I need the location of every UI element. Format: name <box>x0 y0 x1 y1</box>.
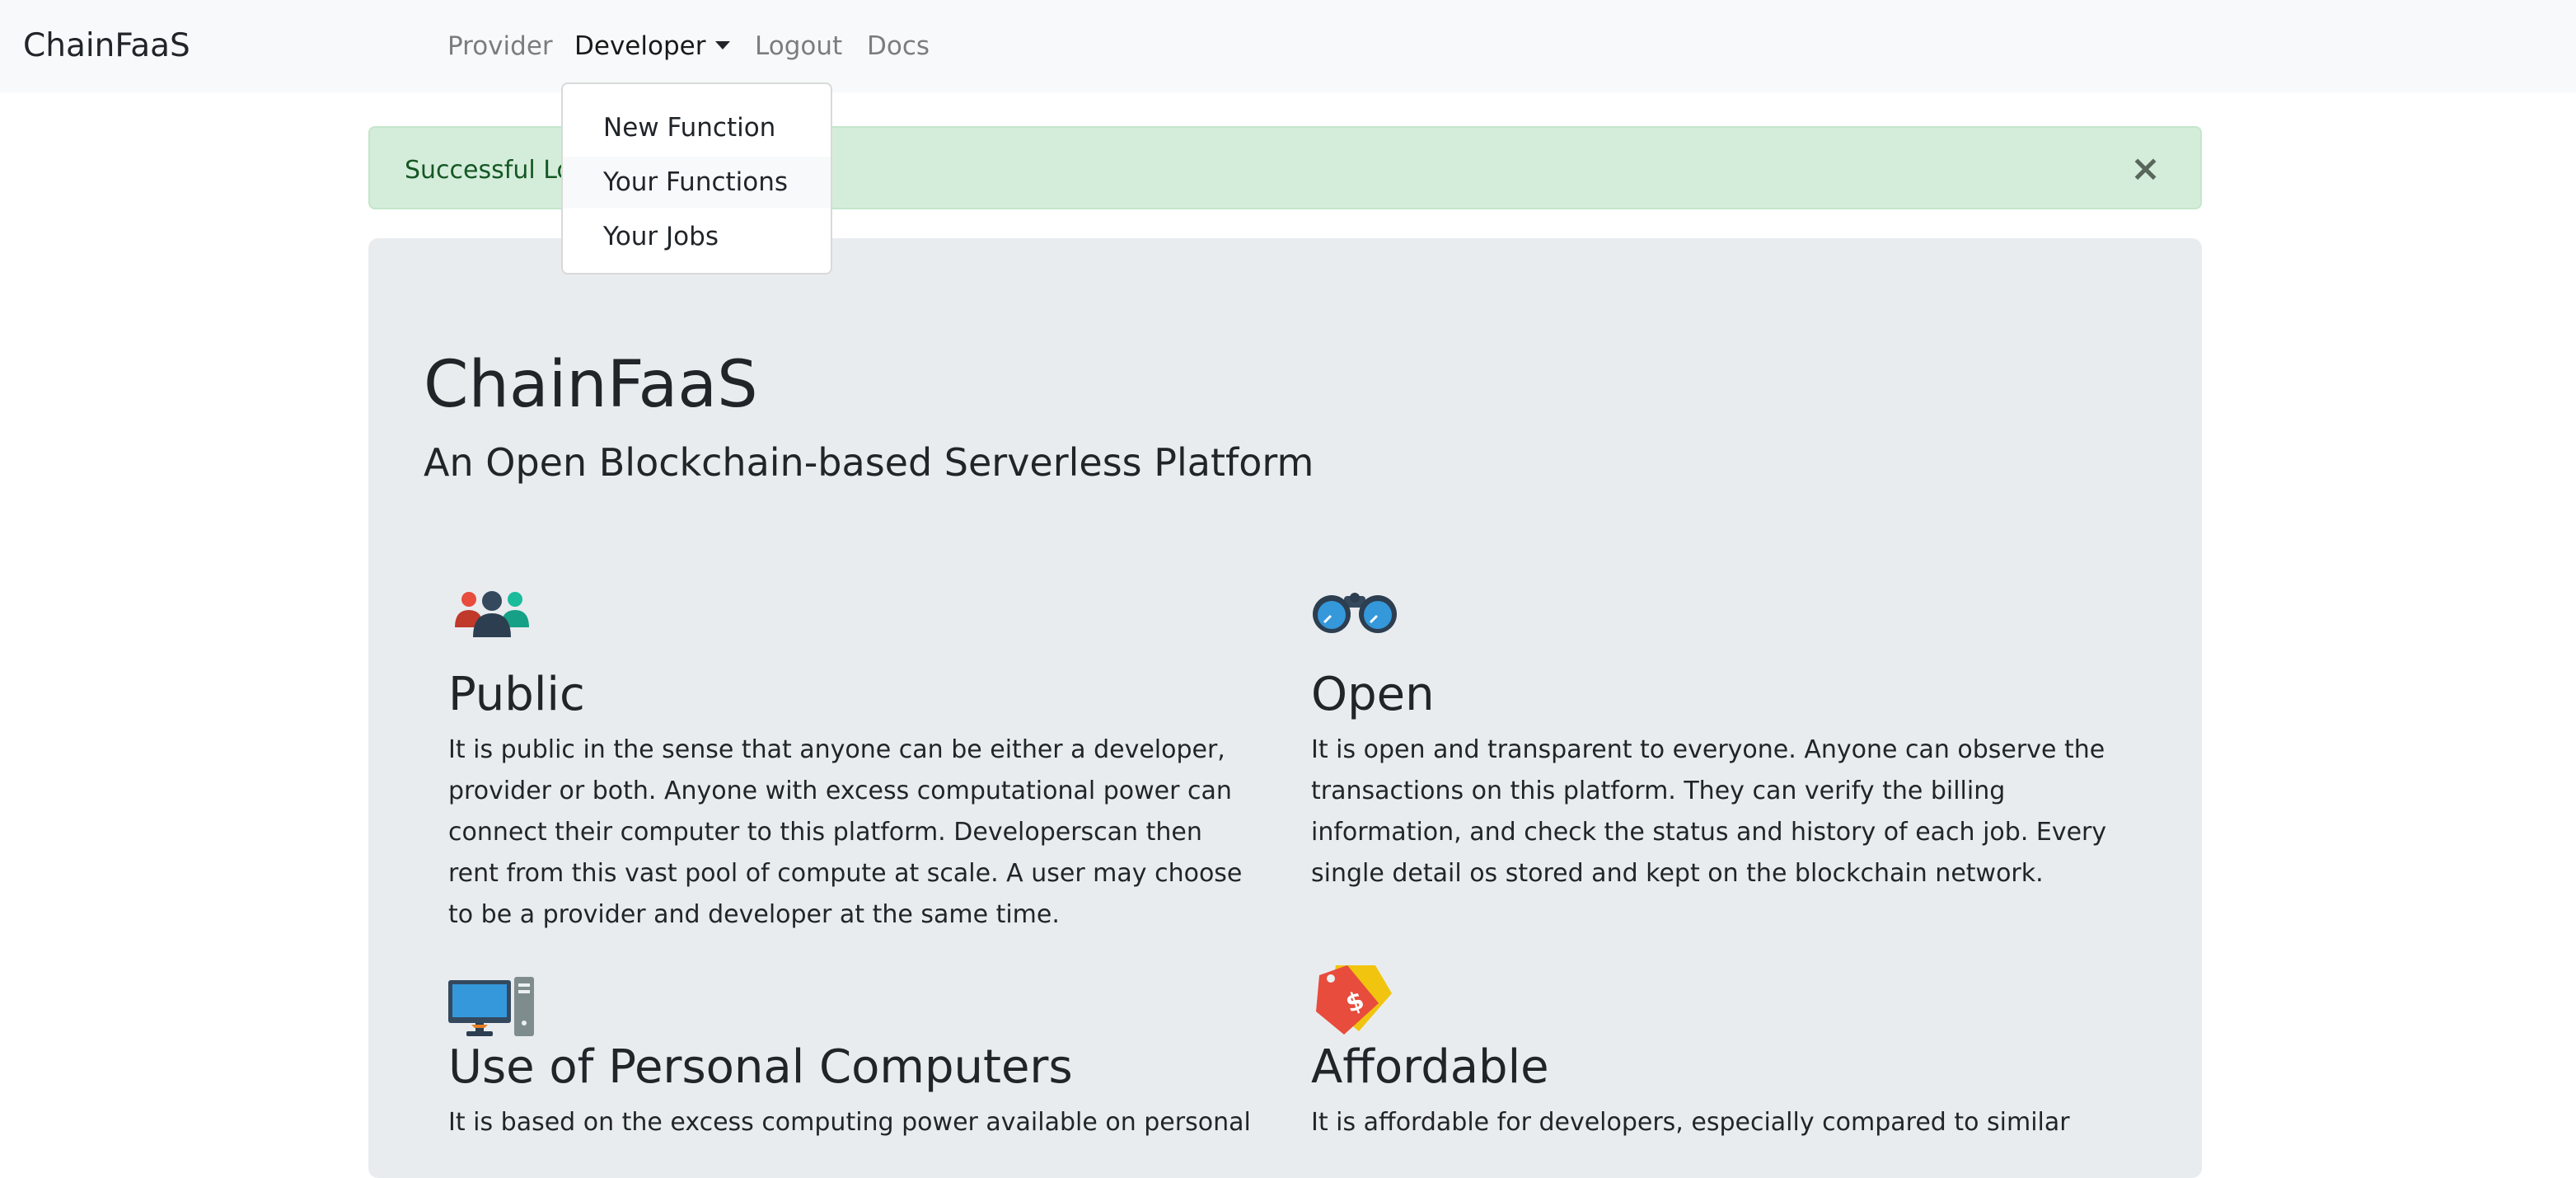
price-tag-icon: $ <box>1316 965 1392 1035</box>
binoculars-icon <box>1313 593 1397 633</box>
alert-message: Successful Lo <box>405 156 572 185</box>
desktop-computer-icon <box>448 977 534 1036</box>
caret-down-icon <box>715 40 731 49</box>
nav-dropdown-developer[interactable]: Developer <box>574 28 731 64</box>
people-group-icon <box>455 591 529 637</box>
nav-link-provider[interactable]: Provider <box>447 28 553 64</box>
feature-affordable-text: It is affordable for developers, especia… <box>1311 1108 2070 1137</box>
feature-personal-computers-text: It is based on the excess computing powe… <box>448 1108 1251 1137</box>
dropdown-item-your-functions[interactable]: Your Functions <box>563 157 831 208</box>
close-icon[interactable]: × <box>2130 149 2161 189</box>
hero-section: ChainFaaS An Open Blockchain-based Serve… <box>368 238 2202 1178</box>
dropdown-item-new-function[interactable]: New Function <box>563 102 831 153</box>
brand-link[interactable]: ChainFaaS <box>23 25 190 68</box>
nav-link-docs[interactable]: Docs <box>867 28 930 64</box>
nav-developer-label: Developer <box>574 31 706 61</box>
feature-public-title: Public <box>448 668 585 721</box>
developer-dropdown-menu: New Function Your Functions Your Jobs <box>561 82 832 275</box>
feature-public-text: It is public in the sense that anyone ca… <box>448 735 1243 929</box>
feature-affordable-title: Affordable <box>1311 1040 1549 1094</box>
dropdown-item-your-jobs[interactable]: Your Jobs <box>563 211 831 262</box>
feature-personal-computers-title: Use of Personal Computers <box>448 1040 1073 1094</box>
hero-title: ChainFaaS <box>424 348 758 422</box>
navbar: ChainFaaS Provider Developer Logout Docs <box>0 0 2576 92</box>
feature-open-text: It is open and transparent to everyone. … <box>1311 735 2107 888</box>
hero-subtitle: An Open Blockchain-based Serverless Plat… <box>424 440 1314 485</box>
feature-open-title: Open <box>1311 668 1435 721</box>
nav-link-logout[interactable]: Logout <box>755 28 842 64</box>
